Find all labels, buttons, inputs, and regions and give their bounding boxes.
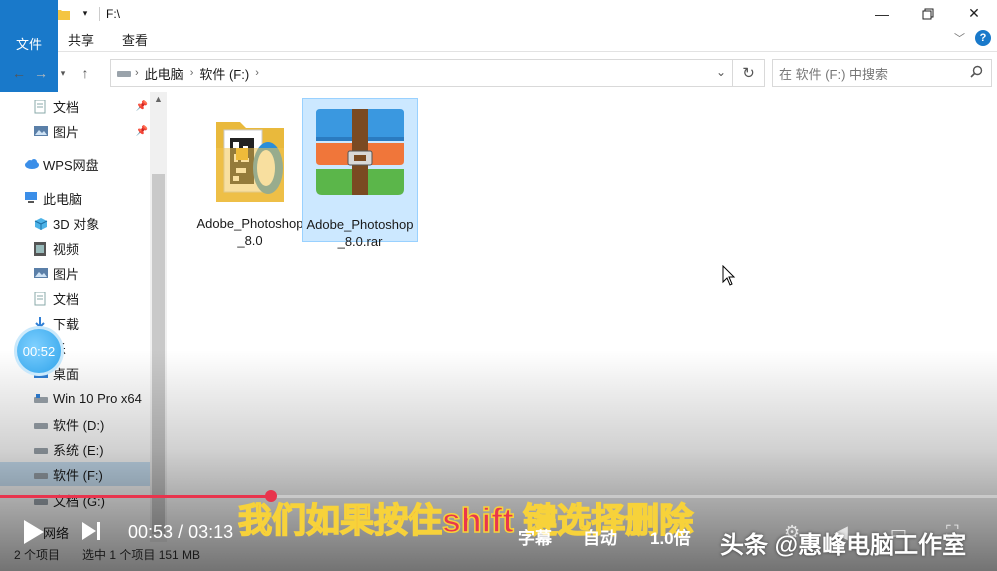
sidebar-item-drive-e[interactable]: 系统 (E:) xyxy=(0,437,150,461)
search-placeholder: 在 软件 (F:) 中搜索 xyxy=(779,64,888,83)
cube-icon xyxy=(34,217,48,229)
file-name: Adobe_Photoshop_8.0 xyxy=(194,215,306,249)
current-time: 00:53 xyxy=(128,522,173,542)
sidebar-item-documents[interactable]: 文档 xyxy=(0,286,150,310)
document-icon xyxy=(34,100,48,112)
sidebar-item-3d-objects[interactable]: 3D 对象 xyxy=(0,211,150,235)
navigation-bar: ← → ▾ ↑ › 此电脑 › 软件 (F:) › ⌄ ↻ 在 软件 (F:) … xyxy=(0,56,997,90)
breadcrumb-this-pc[interactable]: 此电脑 xyxy=(145,64,184,83)
mouse-cursor-icon xyxy=(722,265,736,287)
sidebar-item-label: 下载 xyxy=(53,314,79,333)
navigation-pane: 文档 📌 图片 📌 WPS网盘 此电脑 3D 对象 视频 图片 文档 下载 乐 xyxy=(0,92,167,542)
sidebar-item-label: 软件 (D:) xyxy=(53,415,104,434)
sidebar-item-drive-g[interactable]: 文档 (G:) xyxy=(0,488,150,512)
sidebar-item-videos[interactable]: 视频 xyxy=(0,236,150,260)
pin-icon[interactable]: 📌 xyxy=(136,101,148,112)
recent-locations-icon[interactable]: ▾ xyxy=(52,68,74,79)
qat-separator xyxy=(99,7,100,21)
search-icon[interactable] xyxy=(970,65,983,81)
sidebar-scroll-thumb[interactable] xyxy=(152,174,165,534)
watermark: 头条 @惠峰电脑工作室 xyxy=(720,525,966,560)
address-dropdown-icon[interactable]: ⌄ xyxy=(716,65,726,79)
next-video-icon[interactable] xyxy=(82,522,100,540)
picture-icon xyxy=(34,267,48,279)
close-icon[interactable]: ✕ xyxy=(951,0,997,27)
sidebar-item-label: 图片 xyxy=(53,122,79,141)
scroll-up-icon[interactable]: ▲ xyxy=(150,94,167,104)
sidebar-item-label: 系统 (E:) xyxy=(53,440,104,459)
winrar-archive-icon xyxy=(310,107,410,208)
sidebar-item-this-pc[interactable]: 此电脑 xyxy=(0,186,150,210)
expand-ribbon-icon[interactable]: ﹀ xyxy=(954,30,965,46)
sidebar-item-label: 视频 xyxy=(53,239,79,258)
sidebar-item-documents-quick[interactable]: 文档 📌 xyxy=(0,94,150,118)
tab-view[interactable]: 查看 xyxy=(108,27,162,52)
video-progress-fill xyxy=(0,495,271,498)
pin-icon[interactable]: 📌 xyxy=(136,126,148,137)
sidebar-item-label: 文档 (G:) xyxy=(53,491,105,510)
file-list[interactable]: Adobe_Photoshop_8.0 Adobe_Photoshop_8.0.… xyxy=(168,92,997,542)
sidebar-item-label: 图片 xyxy=(53,264,79,283)
chevron-right-icon[interactable]: › xyxy=(135,67,139,79)
forward-arrow-icon[interactable]: → xyxy=(30,65,52,81)
help-icon[interactable]: ? xyxy=(975,30,991,46)
elapsed-time-bubble: 00:52 xyxy=(14,326,64,376)
picture-icon xyxy=(34,125,48,137)
sidebar-item-label: Win 10 Pro x64 xyxy=(53,391,142,406)
drive-icon xyxy=(117,66,131,81)
customize-qat-icon[interactable]: ▾ xyxy=(77,6,93,22)
computer-icon xyxy=(24,192,38,204)
tab-share[interactable]: 共享 xyxy=(54,27,108,52)
quality-button[interactable]: 自动 xyxy=(583,524,617,549)
sidebar-item-drive-f[interactable]: 软件 (F:) xyxy=(0,462,150,486)
video-time: 00:53 / 03:13 xyxy=(128,522,233,543)
subtitles-button[interactable]: 字幕 xyxy=(518,524,552,549)
title-bar: ▾ F:\ — ✕ xyxy=(0,0,997,27)
sidebar-item-label: 此电脑 xyxy=(43,189,82,208)
playback-speed-button[interactable]: 1.0倍 xyxy=(650,524,691,549)
address-bar[interactable]: › 此电脑 › 软件 (F:) › ⌄ ↻ xyxy=(110,59,765,87)
search-input[interactable]: 在 软件 (F:) 中搜索 xyxy=(772,59,992,87)
play-icon[interactable] xyxy=(24,520,44,544)
sidebar-item-label: WPS网盘 xyxy=(43,155,99,174)
drive-icon xyxy=(34,443,48,455)
folder-icon xyxy=(210,108,290,207)
window-title: F:\ xyxy=(106,7,120,21)
sidebar-item-label: 软件 (F:) xyxy=(53,465,103,484)
sidebar-item-label: 文档 xyxy=(53,289,79,308)
ribbon-tabs: 文件 主页 共享 查看 ﹀ ? xyxy=(0,27,997,52)
cloud-icon xyxy=(24,158,38,170)
drive-icon xyxy=(34,418,48,430)
chevron-right-icon[interactable]: › xyxy=(190,67,194,79)
sidebar-item-wps-cloud[interactable]: WPS网盘 xyxy=(0,152,150,176)
breadcrumb-drive-f[interactable]: 软件 (F:) xyxy=(199,64,249,83)
video-icon xyxy=(34,242,48,254)
total-time: / 03:13 xyxy=(178,522,233,542)
up-arrow-icon[interactable]: ↑ xyxy=(74,65,96,81)
restore-icon[interactable] xyxy=(905,0,951,27)
windows-drive-icon xyxy=(34,392,48,404)
sidebar-item-pictures[interactable]: 图片 xyxy=(0,261,150,285)
file-item-folder[interactable]: Adobe_Photoshop_8.0 xyxy=(192,100,308,244)
sidebar-item-pictures-quick[interactable]: 图片 📌 xyxy=(0,119,150,143)
minimize-icon[interactable]: — xyxy=(859,0,905,27)
document-icon xyxy=(34,292,48,304)
drive-icon xyxy=(34,468,48,480)
sidebar-item-label: 3D 对象 xyxy=(53,214,99,233)
refresh-icon[interactable]: ↻ xyxy=(732,60,764,86)
back-arrow-icon[interactable]: ← xyxy=(8,65,30,81)
chevron-right-icon[interactable]: › xyxy=(255,67,259,79)
sidebar-item-drive-d[interactable]: 软件 (D:) xyxy=(0,412,150,436)
sidebar-item-label: 文档 xyxy=(53,97,79,116)
file-name: Adobe_Photoshop_8.0.rar xyxy=(304,216,416,250)
file-item-rar[interactable]: Adobe_Photoshop_8.0.rar xyxy=(302,98,418,242)
sidebar-item-drive-c[interactable]: Win 10 Pro x64 xyxy=(0,386,150,410)
